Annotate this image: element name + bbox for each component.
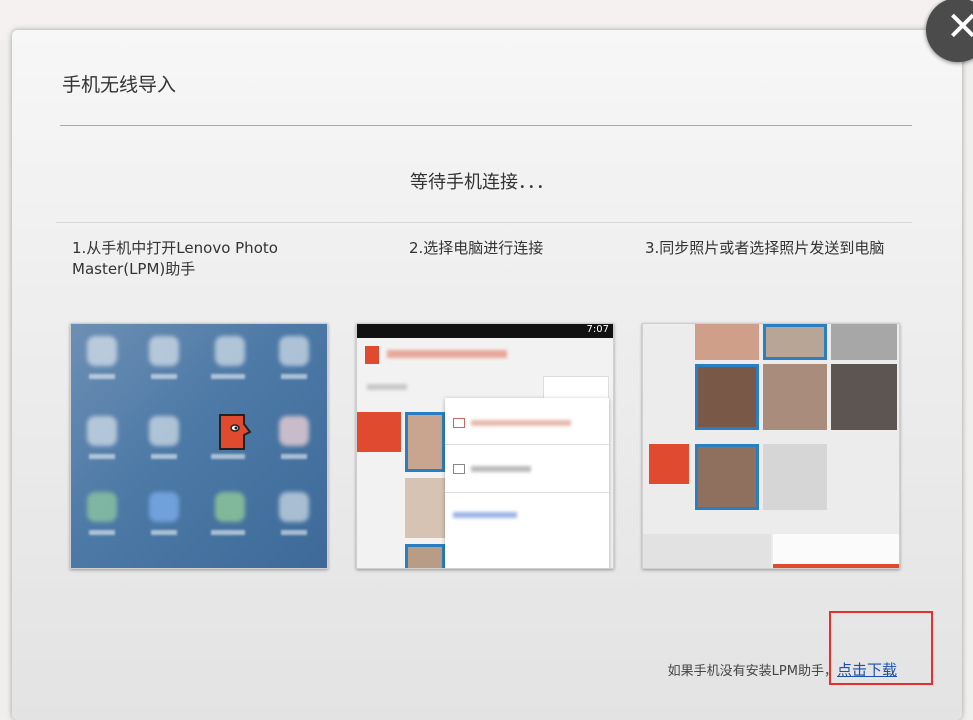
step-3-image	[642, 323, 900, 569]
title-divider	[60, 125, 912, 126]
download-highlight-box	[829, 611, 933, 685]
connection-status: 等待手机连接．．．	[410, 172, 554, 193]
step-3-label: 3.同步照片或者选择照片发送到电脑	[645, 239, 885, 257]
phone-time: 7:07	[586, 324, 609, 335]
step-1-image	[70, 323, 328, 569]
status-divider	[56, 222, 912, 223]
step-2-label: 2.选择电脑进行连接	[409, 239, 544, 257]
phone-status-bar: 7:07	[357, 324, 613, 338]
step-2-image: 7:07	[356, 323, 614, 569]
wireless-import-dialog: 手机无线导入 等待手机连接．．． 1.从手机中打开Lenovo Photo Ma…	[12, 30, 962, 720]
lenovo-photo-master-icon	[219, 414, 251, 450]
dialog-title: 手机无线导入	[62, 74, 177, 96]
step-1-label: 1.从手机中打开Lenovo Photo Master(LPM)助手	[72, 239, 278, 278]
install-hint-text: 如果手机没有安装LPM助手，	[667, 664, 837, 679]
close-icon: ✕	[946, 4, 973, 50]
